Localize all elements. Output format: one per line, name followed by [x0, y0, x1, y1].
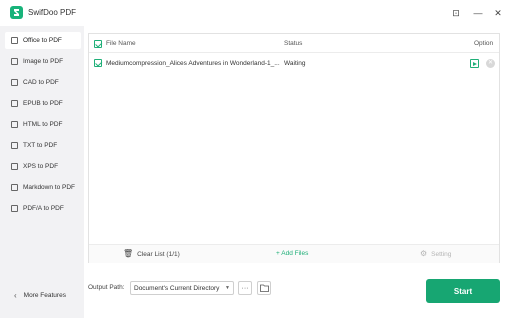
row-checkbox[interactable]	[94, 59, 102, 67]
trash-icon: 🗑	[123, 249, 134, 258]
file-list-footer: 🗑 Clear List (1/1) + Add Files ⚙ Setting	[89, 244, 499, 263]
sidebar-item-label: Office to PDF	[23, 37, 62, 44]
sidebar-item-cad-to-pdf[interactable]: CAD to PDF	[5, 74, 81, 91]
file-list-panel: File Name Status Option Mediumcompressio…	[88, 33, 500, 263]
sidebar-item-label: Markdown to PDF	[23, 184, 76, 191]
folder-icon	[259, 284, 269, 292]
html-icon	[11, 121, 18, 128]
add-files-button[interactable]: + Add Files	[276, 250, 308, 257]
browse-folder-button[interactable]	[257, 281, 271, 295]
clear-list-button[interactable]: 🗑 Clear List (1/1)	[123, 250, 180, 258]
sidebar-item-label: TXT to PDF	[23, 142, 58, 149]
setting-button[interactable]: ⚙ Setting	[420, 250, 451, 258]
more-options-button[interactable]: ···	[238, 281, 252, 295]
sidebar-item-label: EPUB to PDF	[23, 100, 63, 107]
sidebar-item-label: Image to PDF	[23, 58, 64, 65]
pdfa-icon	[11, 205, 18, 212]
clear-list-label: Clear List (1/1)	[137, 250, 180, 258]
remove-file-icon[interactable]: ✕	[486, 59, 495, 68]
txt-icon	[11, 142, 18, 149]
gear-icon: ⚙	[420, 249, 428, 258]
app-title: SwifDoo PDF	[28, 8, 77, 17]
output-path-label: Output Path:	[88, 284, 125, 291]
app-logo	[10, 6, 23, 19]
sidebar: Office to PDF Image to PDF CAD to PDF EP…	[0, 26, 84, 318]
select-all-checkbox[interactable]	[94, 40, 102, 48]
add-files-label: + Add Files	[276, 250, 309, 257]
xps-icon	[11, 163, 18, 170]
sidebar-item-label: CAD to PDF	[23, 79, 59, 86]
table-row[interactable]: Mediumcompression_Alices Adventures in W…	[89, 54, 499, 73]
sidebar-item-html-to-pdf[interactable]: HTML to PDF	[5, 116, 81, 133]
sidebar-item-epub-to-pdf[interactable]: EPUB to PDF	[5, 95, 81, 112]
sidebar-item-label: HTML to PDF	[23, 121, 63, 128]
office-icon	[11, 37, 18, 44]
sidebar-item-label: PDF/A to PDF	[23, 205, 64, 212]
file-name-cell: Mediumcompression_Alices Adventures in W…	[106, 60, 280, 67]
output-path-select[interactable]: Document's Current Directory ▼	[130, 281, 234, 295]
cad-icon	[11, 79, 18, 86]
minimize-button[interactable]: —	[472, 7, 484, 19]
sidebar-item-label: XPS to PDF	[23, 163, 59, 170]
more-features-label: More Features	[23, 292, 66, 299]
status-cell: Waiting	[284, 60, 306, 67]
sidebar-item-pdfa-to-pdf[interactable]: PDF/A to PDF	[5, 200, 81, 217]
column-header-file-name: File Name	[106, 40, 136, 47]
column-header-status: Status	[284, 40, 303, 47]
table-header: File Name Status Option	[89, 34, 499, 53]
output-path-value: Document's Current Directory	[134, 284, 220, 292]
sidebar-item-markdown-to-pdf[interactable]: Markdown to PDF	[5, 179, 81, 196]
close-button[interactable]: ✕	[492, 7, 504, 19]
title-bar: SwifDoo PDF ⊡ — ✕	[0, 0, 512, 26]
markdown-icon	[11, 184, 18, 191]
sidebar-item-image-to-pdf[interactable]: Image to PDF	[5, 53, 81, 70]
column-header-option: Option	[474, 40, 494, 47]
chevron-left-icon: ‹	[14, 291, 17, 300]
pin-window-icon[interactable]: ⊡	[450, 7, 462, 19]
image-icon	[11, 58, 18, 65]
caret-down-icon: ▼	[225, 285, 230, 291]
epub-icon	[11, 100, 18, 107]
start-button[interactable]: Start	[426, 279, 500, 303]
sidebar-item-xps-to-pdf[interactable]: XPS to PDF	[5, 158, 81, 175]
setting-label: Setting	[431, 250, 452, 258]
swifdoo-logo-icon	[14, 9, 19, 16]
more-features-button[interactable]: ‹ More Features	[14, 291, 66, 300]
open-file-icon[interactable]	[470, 59, 479, 68]
sidebar-item-office-to-pdf[interactable]: Office to PDF	[5, 32, 81, 49]
sidebar-item-txt-to-pdf[interactable]: TXT to PDF	[5, 137, 81, 154]
